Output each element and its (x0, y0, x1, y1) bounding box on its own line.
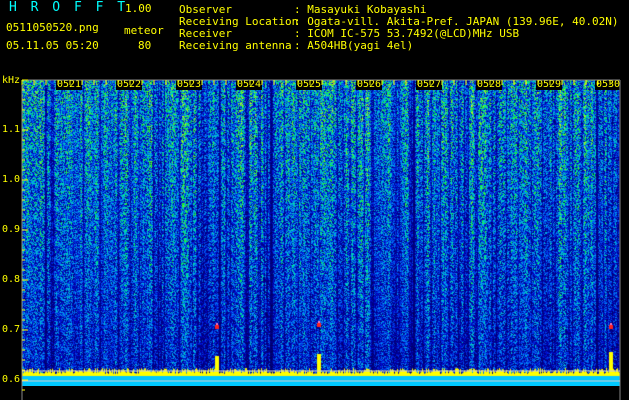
time-tick-label: 0528 (476, 79, 503, 90)
app-version: 1.00 (125, 2, 152, 15)
datetime-label: 05.11.05 05:20 (6, 39, 99, 52)
info-label-antenna: Receiving antenna (179, 39, 292, 52)
freq-tick-label: 0.7 (2, 324, 21, 335)
time-tick-label: 0527 (416, 79, 443, 90)
app-title: H R O F F T (9, 0, 129, 15)
time-tick-label: 0522 (116, 79, 143, 90)
freq-tick-label: 0.9 (2, 224, 21, 235)
time-tick-label: 0523 (176, 79, 203, 90)
time-tick-label: 0530 (595, 79, 622, 90)
time-tick-label: 0529 (536, 79, 563, 90)
freq-tick-label: 1.1 (2, 124, 21, 135)
freq-tick-label: 0.6 (2, 374, 21, 385)
spectrogram-canvas (22, 80, 620, 386)
time-tick-label: 0524 (236, 79, 263, 90)
freq-unit-label: kHz (2, 75, 21, 86)
time-tick-label: 0526 (356, 79, 383, 90)
counter-value: 80 (138, 39, 152, 52)
time-tick-label: 0521 (56, 79, 83, 90)
header-panel: H R O F F T 1.00 0511050520.png meteor 0… (0, 0, 629, 80)
time-tick-label: 0525 (296, 79, 323, 90)
freq-tick-label: 0.8 (2, 274, 21, 285)
freq-tick-label: 1.0 (2, 174, 21, 185)
info-value-antenna: : A504HB(yagi 4el) (294, 39, 414, 52)
counter-label: meteor (124, 24, 164, 37)
filename-label: 0511050520.png (6, 21, 99, 34)
